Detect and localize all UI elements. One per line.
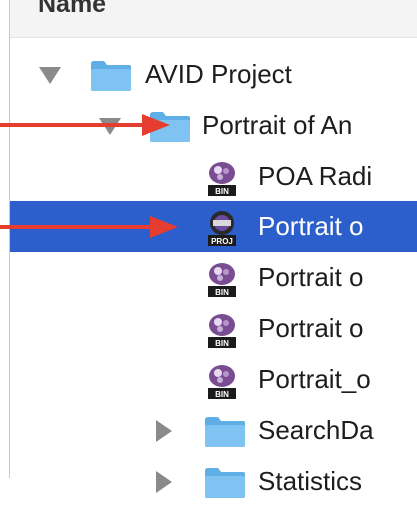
svg-text:BIN: BIN: [215, 390, 229, 399]
list-item-label: SearchDa: [258, 415, 374, 445]
list-item-label: Portrait o: [258, 313, 364, 343]
bin-file-icon: BIN: [208, 162, 236, 196]
disclosure-triangle-expanded-icon[interactable]: [99, 118, 121, 135]
folder-icon: [150, 112, 190, 142]
list-item-label: Portrait o: [258, 211, 364, 241]
disclosure-triangle-collapsed-icon[interactable]: [156, 471, 172, 493]
svg-text:BIN: BIN: [215, 187, 229, 196]
list-item-label: POA Radi: [258, 161, 373, 191]
disclosure-triangle-collapsed-icon[interactable]: [156, 420, 172, 442]
name-column-header[interactable]: Name: [38, 0, 106, 19]
svg-text:BIN: BIN: [215, 339, 229, 348]
list-item-searchdata-folder[interactable]: SearchDa: [10, 405, 417, 456]
list-item-avid-project[interactable]: AVID Project: [10, 49, 417, 100]
list-item-bin-file[interactable]: BIN Portrait o: [10, 252, 417, 303]
list-item-bin-file[interactable]: BIN Portrait_o: [10, 354, 417, 405]
disclosure-triangle-expanded-icon[interactable]: [39, 67, 61, 84]
list-item-portrait-folder[interactable]: Portrait of An: [10, 100, 417, 151]
bin-file-icon: BIN: [208, 314, 236, 348]
list-item-bin-file[interactable]: BIN POA Radi: [10, 151, 417, 202]
list-item-bin-file[interactable]: BIN Portrait o: [10, 303, 417, 354]
list-item-statistics-folder[interactable]: Statistics: [10, 456, 417, 507]
folder-icon: [205, 417, 245, 447]
svg-text:PROJ: PROJ: [211, 237, 233, 246]
svg-text:BIN: BIN: [215, 288, 229, 297]
list-item-label: Portrait o: [258, 262, 364, 292]
list-item-project-file-selected[interactable]: PROJ Portrait o: [10, 201, 417, 252]
list-item-label: Portrait of An: [202, 110, 353, 140]
folder-icon: [91, 61, 131, 91]
left-margin: [0, 0, 10, 478]
bin-file-icon: BIN: [208, 365, 236, 399]
proj-file-icon: PROJ: [208, 211, 236, 246]
list-item-label: Statistics: [258, 466, 363, 496]
list-item-label: Portrait_o: [258, 364, 371, 394]
list-item-label: AVID Project: [145, 59, 292, 89]
bin-file-icon: BIN: [208, 263, 236, 297]
column-header[interactable]: Name: [10, 0, 417, 38]
folder-icon: [205, 468, 245, 498]
